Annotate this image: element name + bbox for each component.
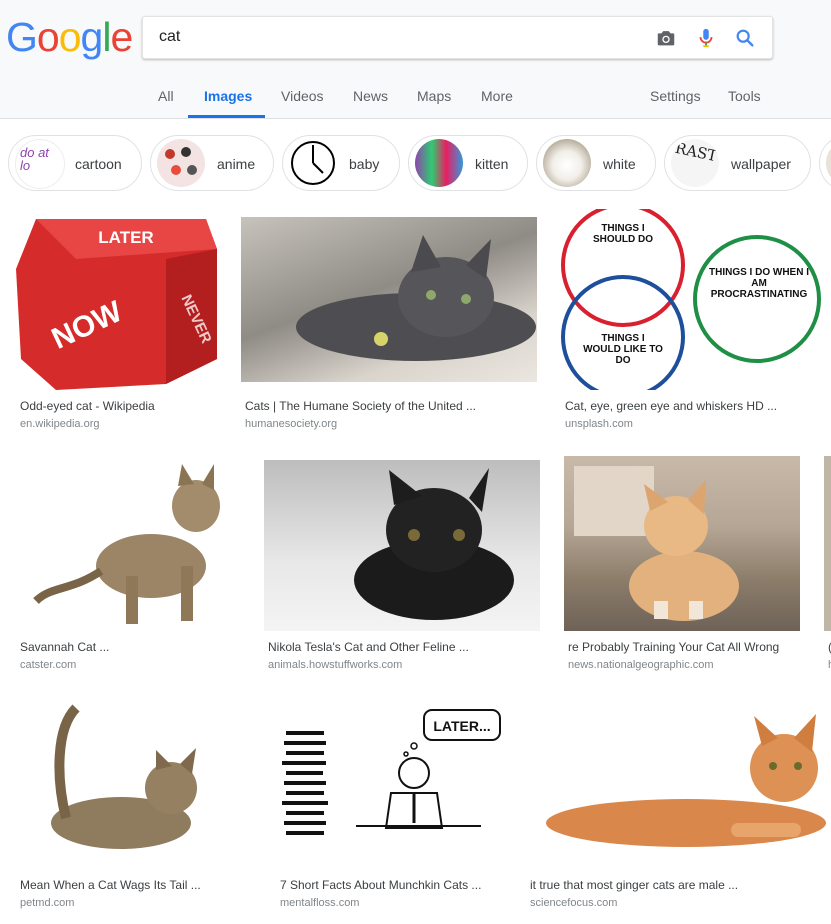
chip-wallpaper[interactable]: RAST wallpaper <box>664 135 811 191</box>
chip-label: white <box>603 156 636 172</box>
result-image[interactable]: LATER... <box>276 698 502 868</box>
result-card[interactable]: THINGS I SHOULD DO THINGS I DO WHEN I AM… <box>561 209 831 439</box>
result-card[interactable]: Nikola Tesla's Cat and Other Feline ... … <box>264 456 541 678</box>
result-card[interactable]: re Probably Training Your Cat All Wrong … <box>564 456 801 678</box>
result-source[interactable]: petmd.com <box>20 897 74 909</box>
result-image[interactable] <box>241 217 537 382</box>
result-title[interactable]: Cat, eye, green eye and whiskers HD ... <box>565 399 777 413</box>
logo-letter: g <box>80 14 104 60</box>
result-card[interactable]: Cats | The Humane Society of the United … <box>241 209 538 439</box>
tab-settings[interactable]: Settings <box>650 88 701 104</box>
result-image[interactable] <box>564 456 800 631</box>
tab-all[interactable]: All <box>158 88 174 104</box>
result-source[interactable]: catster.com <box>20 659 76 671</box>
venn-label-1: THINGS I SHOULD DO <box>593 223 653 245</box>
result-source[interactable]: humanesociety.org <box>245 418 337 430</box>
camera-icon[interactable] <box>655 27 677 49</box>
chip-thumbnail <box>415 139 463 187</box>
logo-letter: e <box>110 14 133 60</box>
chip-label: kitten <box>475 156 509 172</box>
result-image[interactable] <box>824 456 831 631</box>
dice-text-top: LATER <box>98 228 153 247</box>
chip-label: cartoon <box>75 156 122 172</box>
result-image[interactable]: THINGS I SHOULD DO THINGS I DO WHEN I AM… <box>561 209 831 390</box>
result-image[interactable]: LATER NOW NEVER <box>16 209 217 390</box>
result-source[interactable]: news.nationalgeographic.com <box>568 659 714 671</box>
chip-label: wallpaper <box>731 156 791 172</box>
tab-tools[interactable]: Tools <box>728 88 761 104</box>
tab-more[interactable]: More <box>481 88 513 104</box>
result-title[interactable]: Nikola Tesla's Cat and Other Feline ... <box>268 640 469 654</box>
chip-partial[interactable] <box>819 135 831 191</box>
result-source[interactable]: sciencefocus.com <box>530 897 617 909</box>
result-title[interactable]: Savannah Cat ... <box>20 640 109 654</box>
chip-baby[interactable]: baby <box>282 135 400 191</box>
venn-label-2: THINGS I DO WHEN I AM PROCRASTINATING <box>709 267 809 300</box>
chip-thumbnail <box>157 139 205 187</box>
search-input[interactable] <box>157 27 641 47</box>
tab-videos[interactable]: Videos <box>281 88 324 104</box>
result-title[interactable]: Mean When a Cat Wags Its Tail ... <box>20 878 201 892</box>
result-title[interactable]: Cats | The Humane Society of the United … <box>245 399 476 413</box>
result-title[interactable]: it true that most ginger cats are male .… <box>530 878 738 892</box>
logo-letter: o <box>58 14 82 60</box>
result-card[interactable]: it true that most ginger cats are male .… <box>526 698 831 920</box>
search-icon[interactable] <box>734 27 756 49</box>
logo-letter: G <box>6 14 38 60</box>
result-image[interactable] <box>264 460 540 631</box>
logo-letter: o <box>36 14 60 60</box>
result-card[interactable]: LATER... 7 Short Facts About Munchkin Ca… <box>276 698 503 920</box>
nav-tabs: All Images Videos News Maps More Setting… <box>0 88 831 118</box>
chip-thumbnail <box>543 139 591 187</box>
result-source[interactable]: unsplash.com <box>565 418 633 430</box>
chip-label: baby <box>349 156 380 172</box>
result-card[interactable]: Mean When a Cat Wags Its Tail ... petmd.… <box>16 698 253 920</box>
result-source[interactable]: animals.howstuffworks.com <box>268 659 402 671</box>
venn-label-3: THINGS I WOULD LIKE TO DO <box>583 333 663 366</box>
result-title[interactable]: Odd-eyed cat - Wikipedia <box>20 399 155 413</box>
result-image[interactable] <box>526 698 831 868</box>
result-title[interactable]: 7 Short Facts About Munchkin Cats ... <box>280 878 481 892</box>
result-card[interactable]: LATER NOW NEVER Odd-eyed cat - Wikipedia… <box>16 209 218 439</box>
speech-bubble-text: LATER... <box>433 718 490 734</box>
chip-label: anime <box>217 156 256 172</box>
result-source[interactable]: mentalfloss.com <box>280 897 359 909</box>
chip-thumb-text: RAST <box>673 139 719 166</box>
tab-maps[interactable]: Maps <box>417 88 451 104</box>
chip-thumb-text: do at lo <box>20 145 49 173</box>
active-tab-indicator <box>188 115 265 118</box>
result-card[interactable]: Savannah Cat ... catster.com <box>16 456 241 678</box>
tab-images[interactable]: Images <box>204 88 252 104</box>
result-title[interactable]: re Probably Training Your Cat All Wrong <box>568 640 779 654</box>
result-source[interactable]: en.wikipedia.org <box>20 418 100 430</box>
chip-thumbnail: do at lo <box>15 139 65 189</box>
microphone-icon[interactable] <box>695 27 717 49</box>
result-image[interactable] <box>16 698 252 868</box>
chip-white[interactable]: white <box>536 135 656 191</box>
header: Google All Images Videos News Maps More … <box>0 0 831 119</box>
chip-anime[interactable]: anime <box>150 135 274 191</box>
google-logo[interactable]: Google <box>6 14 133 61</box>
chip-thumbnail: RAST <box>671 139 719 187</box>
chip-cartoon[interactable]: do at lo cartoon <box>8 135 142 191</box>
search-box <box>142 16 773 59</box>
result-image[interactable] <box>16 456 240 631</box>
clock-icon <box>289 139 337 187</box>
result-card-partial[interactable]: ( h <box>824 456 831 678</box>
related-searches: do at lo cartoon anime baby kitten white… <box>0 135 831 193</box>
tab-news[interactable]: News <box>353 88 388 104</box>
chip-kitten[interactable]: kitten <box>408 135 528 191</box>
chip-thumbnail <box>826 139 831 187</box>
